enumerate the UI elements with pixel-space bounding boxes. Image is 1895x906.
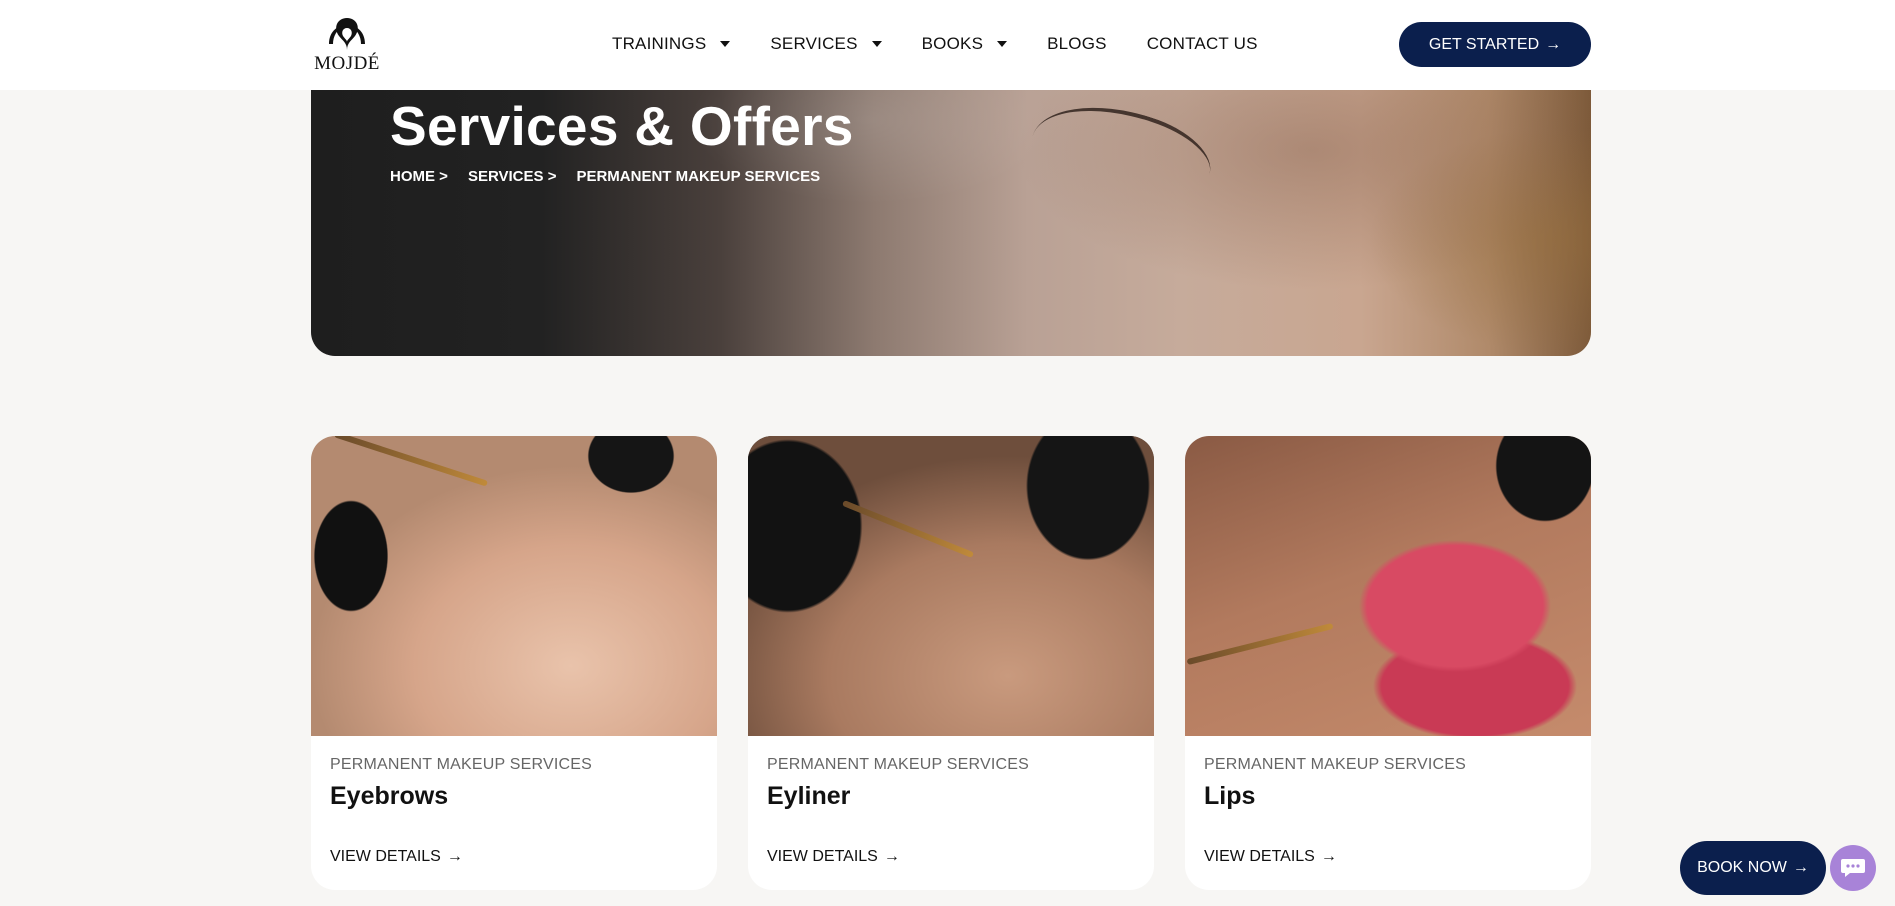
view-details-link[interactable]: VIEW DETAILS → bbox=[1204, 848, 1337, 866]
nav-label: BLOGS bbox=[1047, 34, 1107, 53]
nav-label: BOOKS bbox=[921, 34, 984, 53]
card-image[interactable] bbox=[748, 436, 1154, 736]
nav-label: TRAININGS bbox=[612, 34, 707, 53]
view-details-link[interactable]: VIEW DETAILS → bbox=[330, 848, 463, 866]
book-now-label: BOOK NOW bbox=[1697, 859, 1787, 876]
nav-item-services[interactable]: SERVICES bbox=[770, 34, 882, 54]
card-image[interactable] bbox=[311, 436, 717, 736]
nav-item-blogs[interactable]: BLOGS bbox=[1047, 34, 1107, 54]
arrow-right-icon: → bbox=[1545, 35, 1562, 53]
tattoo-needle-graphic bbox=[333, 436, 489, 487]
view-details-label: VIEW DETAILS bbox=[1204, 848, 1315, 865]
hero-banner: Services & Offers HOME > SERVICES > PERM… bbox=[311, 90, 1591, 356]
nav-label: SERVICES bbox=[770, 34, 858, 53]
arrow-right-icon: → bbox=[1792, 859, 1809, 876]
service-card-eyeliner[interactable]: PERMANENT MAKEUP SERVICES Eyliner VIEW D… bbox=[748, 436, 1154, 890]
card-category: PERMANENT MAKEUP SERVICES bbox=[767, 756, 1029, 773]
card-title[interactable]: Eyebrows bbox=[330, 782, 698, 811]
service-cards: PERMANENT MAKEUP SERVICES Eyebrows VIEW … bbox=[311, 436, 1591, 890]
tattoo-needle-graphic bbox=[1186, 622, 1334, 666]
nav-item-trainings[interactable]: TRAININGS bbox=[612, 34, 731, 54]
get-started-label: GET STARTED bbox=[1428, 35, 1540, 53]
card-title[interactable]: Lips bbox=[1204, 782, 1572, 811]
site-logo[interactable]: MOJDÉ bbox=[314, 14, 380, 76]
card-category: PERMANENT MAKEUP SERVICES bbox=[1204, 756, 1466, 773]
breadcrumb: HOME > SERVICES > PERMANENT MAKEUP SERVI… bbox=[390, 168, 840, 185]
logo-mark-icon bbox=[329, 18, 365, 50]
card-category: PERMANENT MAKEUP SERVICES bbox=[330, 756, 592, 773]
caret-down-icon bbox=[997, 41, 1008, 47]
view-details-label: VIEW DETAILS bbox=[767, 848, 878, 865]
book-now-button[interactable]: BOOK NOW → bbox=[1680, 841, 1826, 895]
caret-down-icon bbox=[871, 41, 882, 47]
site-header: MOJDÉ TRAININGS SERVICES BOOKS BLOGS CON… bbox=[0, 0, 1895, 90]
view-details-link[interactable]: VIEW DETAILS → bbox=[767, 848, 900, 866]
view-details-label: VIEW DETAILS bbox=[330, 848, 441, 865]
card-title[interactable]: Eyliner bbox=[767, 782, 1135, 811]
arrow-right-icon: → bbox=[883, 848, 900, 865]
arrow-right-icon: → bbox=[1320, 848, 1337, 865]
card-image[interactable] bbox=[1185, 436, 1591, 736]
service-card-eyebrows[interactable]: PERMANENT MAKEUP SERVICES Eyebrows VIEW … bbox=[311, 436, 717, 890]
nav-item-contact-us[interactable]: CONTACT US bbox=[1147, 34, 1258, 54]
breadcrumb-current: PERMANENT MAKEUP SERVICES bbox=[576, 168, 821, 185]
nav-item-books[interactable]: BOOKS bbox=[921, 34, 1008, 54]
breadcrumb-services[interactable]: SERVICES > bbox=[468, 168, 557, 185]
nav-label: CONTACT US bbox=[1146, 34, 1258, 53]
page-title: Services & Offers bbox=[390, 95, 854, 157]
breadcrumb-home[interactable]: HOME > bbox=[390, 168, 448, 185]
chat-bubble-icon bbox=[1841, 859, 1865, 877]
arrow-right-icon: → bbox=[446, 848, 463, 865]
chat-button[interactable] bbox=[1830, 845, 1876, 891]
main-nav: TRAININGS SERVICES BOOKS BLOGS CONTACT U… bbox=[612, 34, 1298, 54]
get-started-button[interactable]: GET STARTED → bbox=[1399, 22, 1591, 67]
service-card-lips[interactable]: PERMANENT MAKEUP SERVICES Lips VIEW DETA… bbox=[1185, 436, 1591, 890]
tattoo-needle-graphic bbox=[841, 499, 975, 559]
caret-down-icon bbox=[720, 41, 731, 47]
logo-text: MOJDÉ bbox=[314, 53, 380, 74]
